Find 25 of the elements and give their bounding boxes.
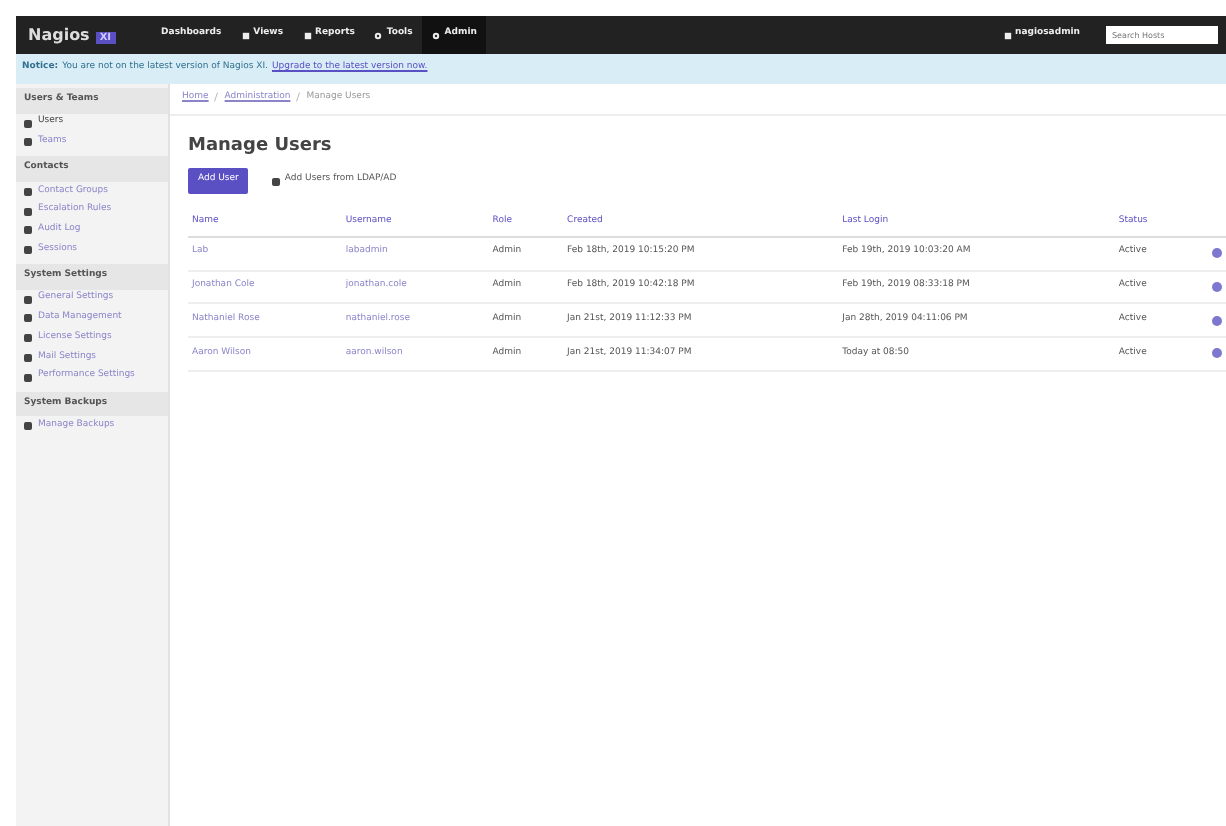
menu-item-icon (24, 119, 32, 128)
square-icon (241, 31, 250, 39)
menu-item-icon (24, 373, 32, 382)
menu-item-icon (24, 314, 32, 323)
menu-item-icon (24, 422, 32, 431)
menu-item-icon (24, 353, 32, 362)
gear-icon (432, 31, 441, 39)
edit-icon[interactable] (1212, 315, 1222, 326)
breadcrumb-separator-icon (296, 92, 301, 102)
menu-item-icon (24, 246, 32, 255)
square-icon (303, 31, 312, 39)
menu-item-icon (24, 334, 32, 343)
page-heading: Manage Users (188, 133, 334, 160)
menu-item-icon (24, 226, 32, 235)
gear-icon (374, 31, 383, 39)
menu-item-icon (24, 187, 32, 196)
edit-icon[interactable] (1212, 281, 1222, 292)
user-icon (272, 177, 281, 186)
edit-icon[interactable] (1212, 348, 1222, 359)
square-icon (1003, 31, 1012, 39)
menu-item-icon (24, 207, 32, 216)
menu-item-icon (24, 138, 32, 147)
menu-item-icon (24, 295, 32, 304)
breadcrumb-separator-icon (214, 92, 219, 102)
edit-icon[interactable] (1212, 248, 1222, 259)
